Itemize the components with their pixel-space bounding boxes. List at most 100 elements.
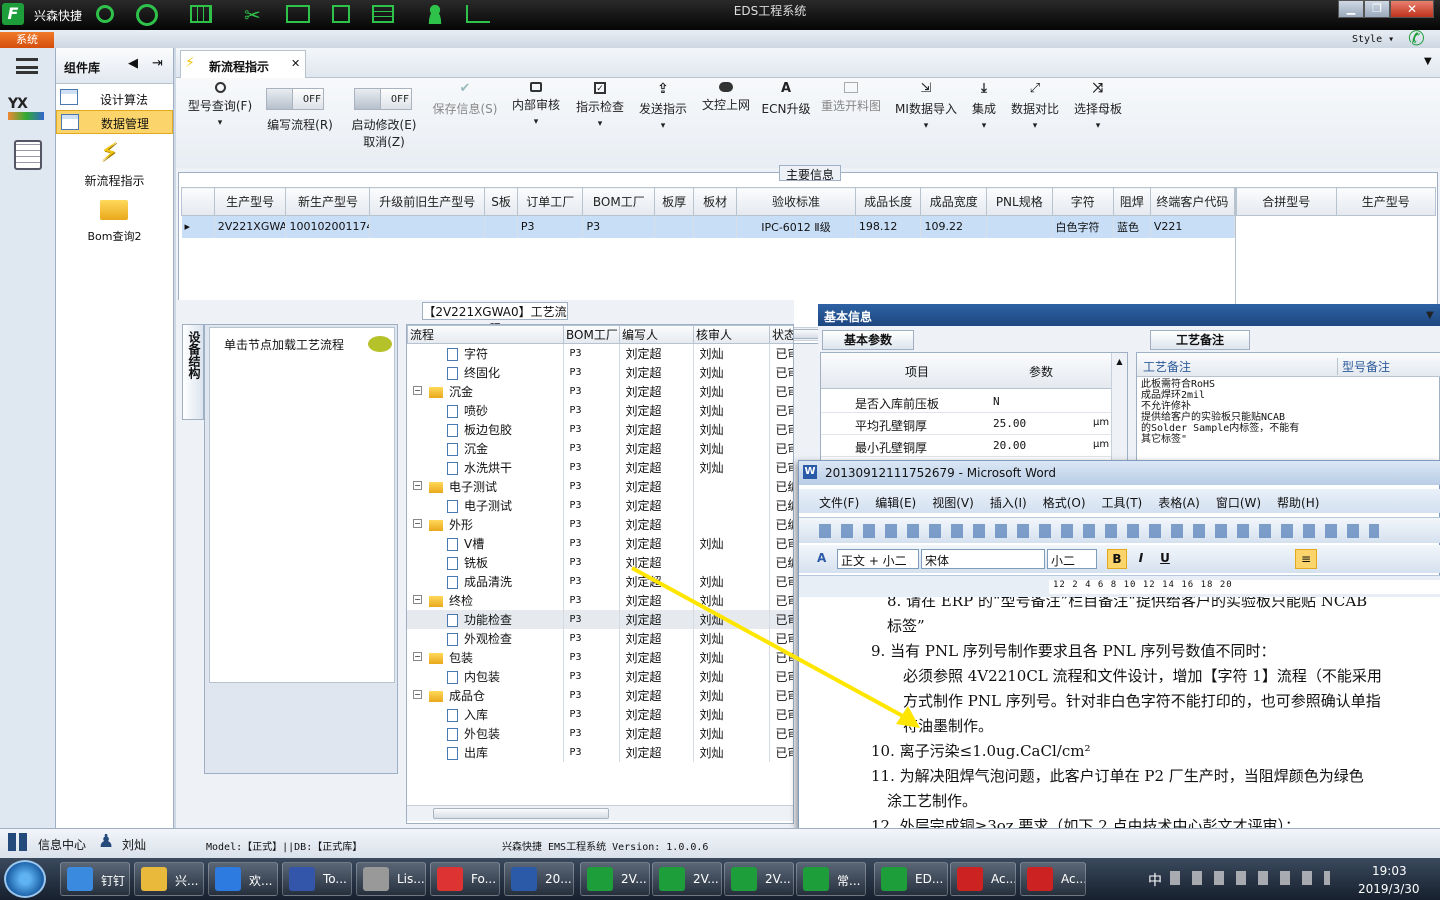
cell[interactable]: IPC-6012 Ⅱ级 xyxy=(736,215,856,238)
taskbar-button[interactable]: Fo... xyxy=(430,862,500,896)
cell[interactable]: 109.22 xyxy=(920,215,987,238)
column-header[interactable]: 字符 xyxy=(1051,187,1115,216)
column-header[interactable]: 板材 xyxy=(693,187,738,216)
model-query-button[interactable]: 型号查询(F) ▾ xyxy=(182,82,258,128)
process-notes[interactable]: 此板需符合RoHS 成品焊环2mil 不允许修补 提供给客户的实验板只能贴NCAB 的S… xyxy=(1141,379,1327,445)
style-menu[interactable]: Style ▾ xyxy=(1352,34,1394,45)
process-row[interactable]: − 沉金 P3刘定超刘灿已审 xyxy=(407,382,793,401)
process-row[interactable]: − 外形 P3刘定超 已编 xyxy=(407,515,793,534)
cell[interactable]: V221 xyxy=(1150,215,1235,238)
scissors-icon[interactable]: ✂ xyxy=(244,3,261,27)
column-header[interactable]: PNL规格 xyxy=(986,187,1053,216)
search-icon[interactable] xyxy=(96,5,114,23)
copy-icon[interactable] xyxy=(332,5,350,23)
process-row[interactable]: 字符 P3刘定超刘灿已审 xyxy=(407,344,793,363)
process-row[interactable]: − 电子测试 P3刘定超 已编 xyxy=(407,477,793,496)
column-header[interactable]: 生产型号 xyxy=(213,187,287,216)
column-header[interactable]: 验收标准 xyxy=(736,187,856,216)
internal-review-button[interactable]: 内部审核 ▾ xyxy=(508,82,564,127)
collapse-left-icon[interactable]: ◀ xyxy=(128,56,138,71)
lib-item-design[interactable]: 设计算法 xyxy=(56,86,173,110)
instruction-check-button[interactable]: ✓ 指示检查 ▾ xyxy=(572,82,628,129)
word-menu-item[interactable]: 插入(I) xyxy=(990,496,1027,510)
column-header[interactable]: 订单工厂 xyxy=(516,187,584,216)
ecn-upgrade-button[interactable]: A ECN升级 xyxy=(760,82,812,117)
taskbar-button[interactable]: Ac... xyxy=(950,862,1016,896)
chart-icon[interactable] xyxy=(466,5,490,23)
column-header[interactable]: BOM工厂 xyxy=(563,325,620,344)
pin-icon[interactable]: ⇥ xyxy=(152,56,163,71)
column-header[interactable]: S板 xyxy=(484,187,518,216)
column-header[interactable]: BOM工厂 xyxy=(582,187,656,216)
cell[interactable]: 白色字符 xyxy=(1052,215,1115,238)
word-menu-item[interactable]: 格式(O) xyxy=(1043,496,1086,510)
expand-icon[interactable]: − xyxy=(413,595,422,604)
tab-new-flow[interactable]: ⚡ 新流程指示 ✕ xyxy=(180,50,306,78)
process-row[interactable]: 沉金 P3刘定超刘灿已审 xyxy=(407,439,793,458)
word-menu-item[interactable]: 窗口(W) xyxy=(1216,496,1261,510)
process-row[interactable]: 水洗烘干 P3刘定超刘灿已审 xyxy=(407,458,793,477)
hamburger-icon[interactable] xyxy=(16,58,38,74)
toggle-switch[interactable]: OFF xyxy=(266,88,324,110)
close-tab-icon[interactable]: ✕ xyxy=(291,57,300,70)
globe-icon[interactable] xyxy=(136,4,158,26)
cell[interactable] xyxy=(654,215,695,238)
table-icon[interactable] xyxy=(190,5,212,23)
process-row[interactable]: 终固化 P3刘定超刘灿已审 xyxy=(407,363,793,382)
bold-button[interactable]: B xyxy=(1107,549,1127,569)
word-menu-item[interactable]: 文件(F) xyxy=(819,496,859,510)
cell[interactable] xyxy=(986,215,1053,238)
cell[interactable]: P3 xyxy=(517,215,584,238)
taskbar-button[interactable]: To... xyxy=(282,862,352,896)
underline-button[interactable]: U xyxy=(1155,549,1175,569)
column-header[interactable]: 流程 xyxy=(407,325,564,344)
cell[interactable]: 蓝色 xyxy=(1113,215,1151,238)
cell[interactable] xyxy=(369,215,486,238)
word-menu-item[interactable]: 编辑(E) xyxy=(875,496,916,510)
taskbar-button[interactable]: 欢... xyxy=(208,862,278,896)
taskbar-button[interactable]: 兴... xyxy=(134,862,204,896)
toggle-switch[interactable]: OFF xyxy=(354,88,412,110)
column-header[interactable]: 核审人 xyxy=(693,325,770,344)
center-align-button[interactable]: ≡ xyxy=(1295,549,1317,569)
dropdown-icon[interactable]: ▼ xyxy=(1426,310,1434,321)
word-menu-item[interactable]: 视图(V) xyxy=(932,496,974,510)
taskbar-button[interactable]: 20... xyxy=(504,862,574,896)
taskbar-button[interactable]: 2V... xyxy=(724,862,794,896)
lib-item-data-mgmt[interactable]: 数据管理 xyxy=(56,110,173,134)
start-button[interactable] xyxy=(4,860,46,898)
word-menu-item[interactable]: 帮助(H) xyxy=(1277,496,1319,510)
system-tab[interactable]: 系统 xyxy=(0,32,54,48)
column-header[interactable]: 成品宽度 xyxy=(920,187,987,216)
process-row[interactable]: 电子测试 P3刘定超 已编 xyxy=(407,496,793,515)
expand-icon[interactable]: − xyxy=(413,519,422,528)
param-row[interactable]: 最小孔壁铜厚 20.00 μm xyxy=(821,435,1111,457)
cell[interactable]: 198.12 xyxy=(855,215,922,238)
param-row[interactable]: 是否入库前压板 N xyxy=(821,391,1111,413)
equipment-side-tab[interactable]: 设备结构 xyxy=(182,324,204,420)
select-mother-board-button[interactable]: ⤨ 选择母板 ▾ xyxy=(1070,82,1126,132)
tool-bom-query[interactable]: Bom查询2 xyxy=(56,196,173,246)
params-tab[interactable]: 基本参数 xyxy=(822,330,914,350)
doc-upload-button[interactable]: 文控上网 xyxy=(698,82,754,113)
expand-icon[interactable]: − xyxy=(413,386,422,395)
column-header[interactable]: 终端客户代码 xyxy=(1149,187,1235,216)
column-header[interactable]: 成品长度 xyxy=(854,187,922,216)
expand-icon[interactable]: − xyxy=(413,481,422,490)
taskbar-button[interactable]: 常... xyxy=(796,862,866,896)
data-compare-button[interactable]: ⤢ 数据对比 ▾ xyxy=(1008,82,1062,132)
column-header[interactable]: 新生产型号 xyxy=(285,187,371,216)
send-instruction-button[interactable]: ⇪ 发送指示 ▾ xyxy=(634,82,692,131)
cell[interactable]: P3 xyxy=(582,215,656,238)
size-select[interactable]: 小二 xyxy=(1047,549,1097,569)
italic-button[interactable]: I xyxy=(1131,549,1151,569)
integrate-button[interactable]: ⤓ 集成 ▾ xyxy=(966,82,1002,132)
taskbar-button[interactable]: 2V... xyxy=(652,862,722,896)
ime-indicator[interactable]: 中 xyxy=(1148,870,1162,890)
taskbar-button[interactable]: 2V... xyxy=(580,862,650,896)
taskbar-button[interactable]: ED... xyxy=(874,862,948,896)
save-info-button[interactable]: ✔ 保存信息(S) xyxy=(428,82,502,117)
cell[interactable] xyxy=(484,215,518,238)
column-header[interactable]: 阻焊 xyxy=(1113,187,1151,216)
expand-icon[interactable]: − xyxy=(413,652,422,661)
